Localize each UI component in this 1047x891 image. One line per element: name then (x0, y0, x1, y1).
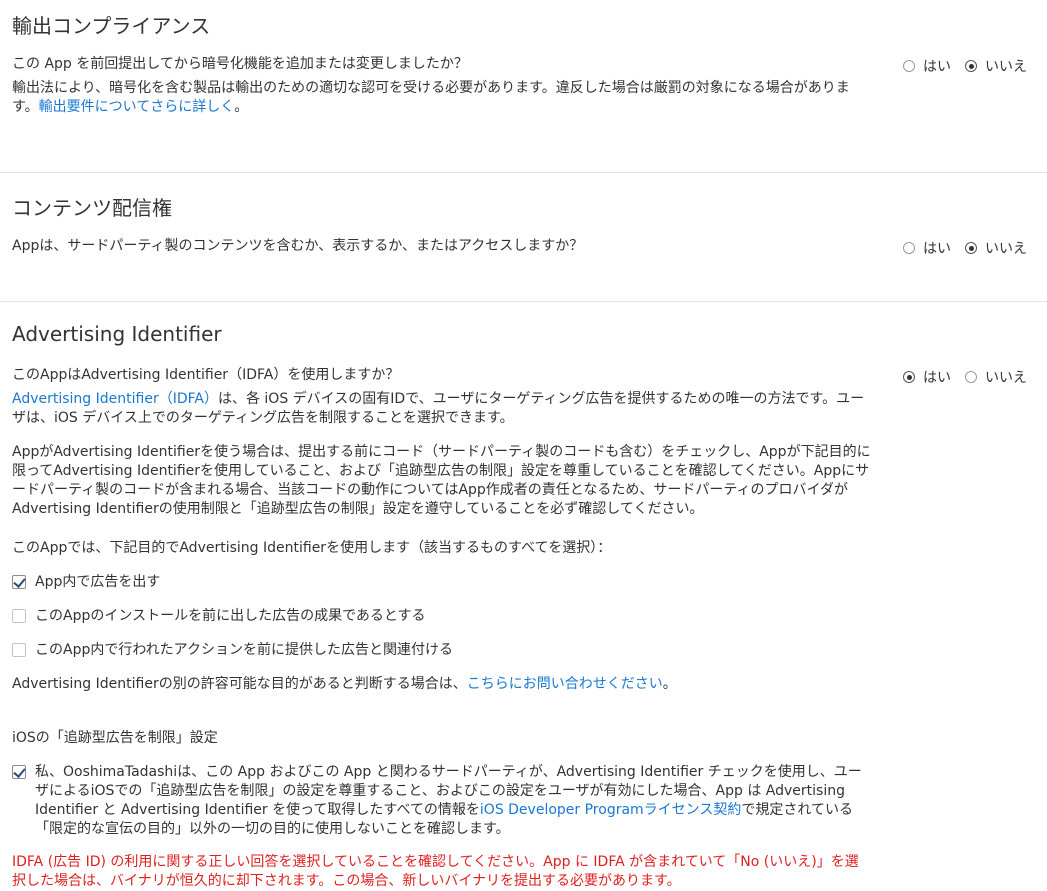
advertising-identifier-title: Advertising Identifier (12, 322, 222, 346)
purpose-attribute-install-checkbox[interactable]: このAppのインストールを前に出した広告の成果であるとする (12, 607, 426, 626)
attestation-text: 私、OoshimaTadashiは、この App およびこの App と関わるサ… (35, 764, 862, 837)
radio-selected-icon (965, 242, 977, 254)
content-rights-yes-radio[interactable]: はい (903, 238, 951, 258)
idfa-no-radio[interactable]: いいえ (965, 367, 1027, 387)
radio-circle-icon (903, 242, 915, 254)
idfa-radio-group: はい いいえ (903, 367, 1027, 387)
export-requirements-link[interactable]: 輸出要件についてさらに詳しく (39, 99, 235, 115)
limit-tracking-attestation-checkbox[interactable]: 私、OoshimaTadashiは、この App およびこの App と関わるサ… (12, 763, 872, 839)
checkbox-checked-icon (12, 575, 26, 589)
idfa-purposes-prompt: このAppでは、下記目的でAdvertising Identifierを使用しま… (12, 540, 612, 556)
section-divider (0, 301, 1047, 302)
radio-circle-icon (965, 371, 977, 383)
idfa-error-message: IDFA (広告 ID) の利用に関する正しい回答を選択していることを確認してく… (12, 854, 859, 889)
content-rights-question: Appは、サードパーティ製のコンテンツを含むか、表示するか、またはアクセスします… (12, 238, 584, 254)
content-rights-no-radio[interactable]: いいえ (965, 238, 1027, 258)
idfa-yes-radio[interactable]: はい (903, 367, 951, 387)
radio-selected-icon (965, 60, 977, 72)
idfa-usage-paragraph: AppがAdvertising Identifierを使う場合は、提出する前にコ… (12, 444, 871, 517)
radio-circle-icon (903, 60, 915, 72)
idfa-link[interactable]: Advertising Identifier（IDFA） (12, 391, 218, 407)
ios-developer-program-license-link[interactable]: iOS Developer Programライセンス契約 (480, 802, 742, 818)
idfa-question: このAppはAdvertising Identifier（IDFA）を使用します… (12, 367, 400, 383)
export-compliance-no-radio[interactable]: いいえ (965, 56, 1027, 76)
export-compliance-title: 輸出コンプライアンス (12, 14, 211, 38)
radio-selected-icon (903, 371, 915, 383)
export-compliance-yes-radio[interactable]: はい (903, 56, 951, 76)
content-rights-title: コンテンツ配信権 (12, 196, 172, 220)
limit-tracking-title: iOSの「追跡型広告を制限」設定 (12, 730, 218, 746)
checkbox-checked-icon (12, 765, 26, 779)
export-compliance-radio-group: はい いいえ (903, 56, 1027, 76)
export-compliance-question: この App を前回提出してから暗号化機能を追加または変更しましたか？ (12, 56, 468, 72)
purpose-serve-ads-checkbox[interactable]: App内で広告を出す (12, 573, 160, 592)
purpose-attribute-action-checkbox[interactable]: このApp内で行われたアクションを前に提供した広告と関連付ける (12, 641, 453, 660)
content-rights-radio-group: はい いいえ (903, 238, 1027, 258)
checkbox-unchecked-icon (12, 609, 26, 623)
section-divider (0, 172, 1047, 173)
contact-us-link[interactable]: こちらにお問い合わせください (467, 676, 663, 692)
checkbox-unchecked-icon (12, 643, 26, 657)
idfa-description: Advertising Identifier（IDFA）は、各 iOS デバイス… (12, 391, 865, 426)
export-compliance-description: 輸出法により、暗号化を含む製品は輸出のための適切な認可を受ける必要があります。違… (12, 80, 850, 115)
other-purpose-text: Advertising Identifierの別の許容可能な目的があると判断する… (12, 676, 677, 692)
